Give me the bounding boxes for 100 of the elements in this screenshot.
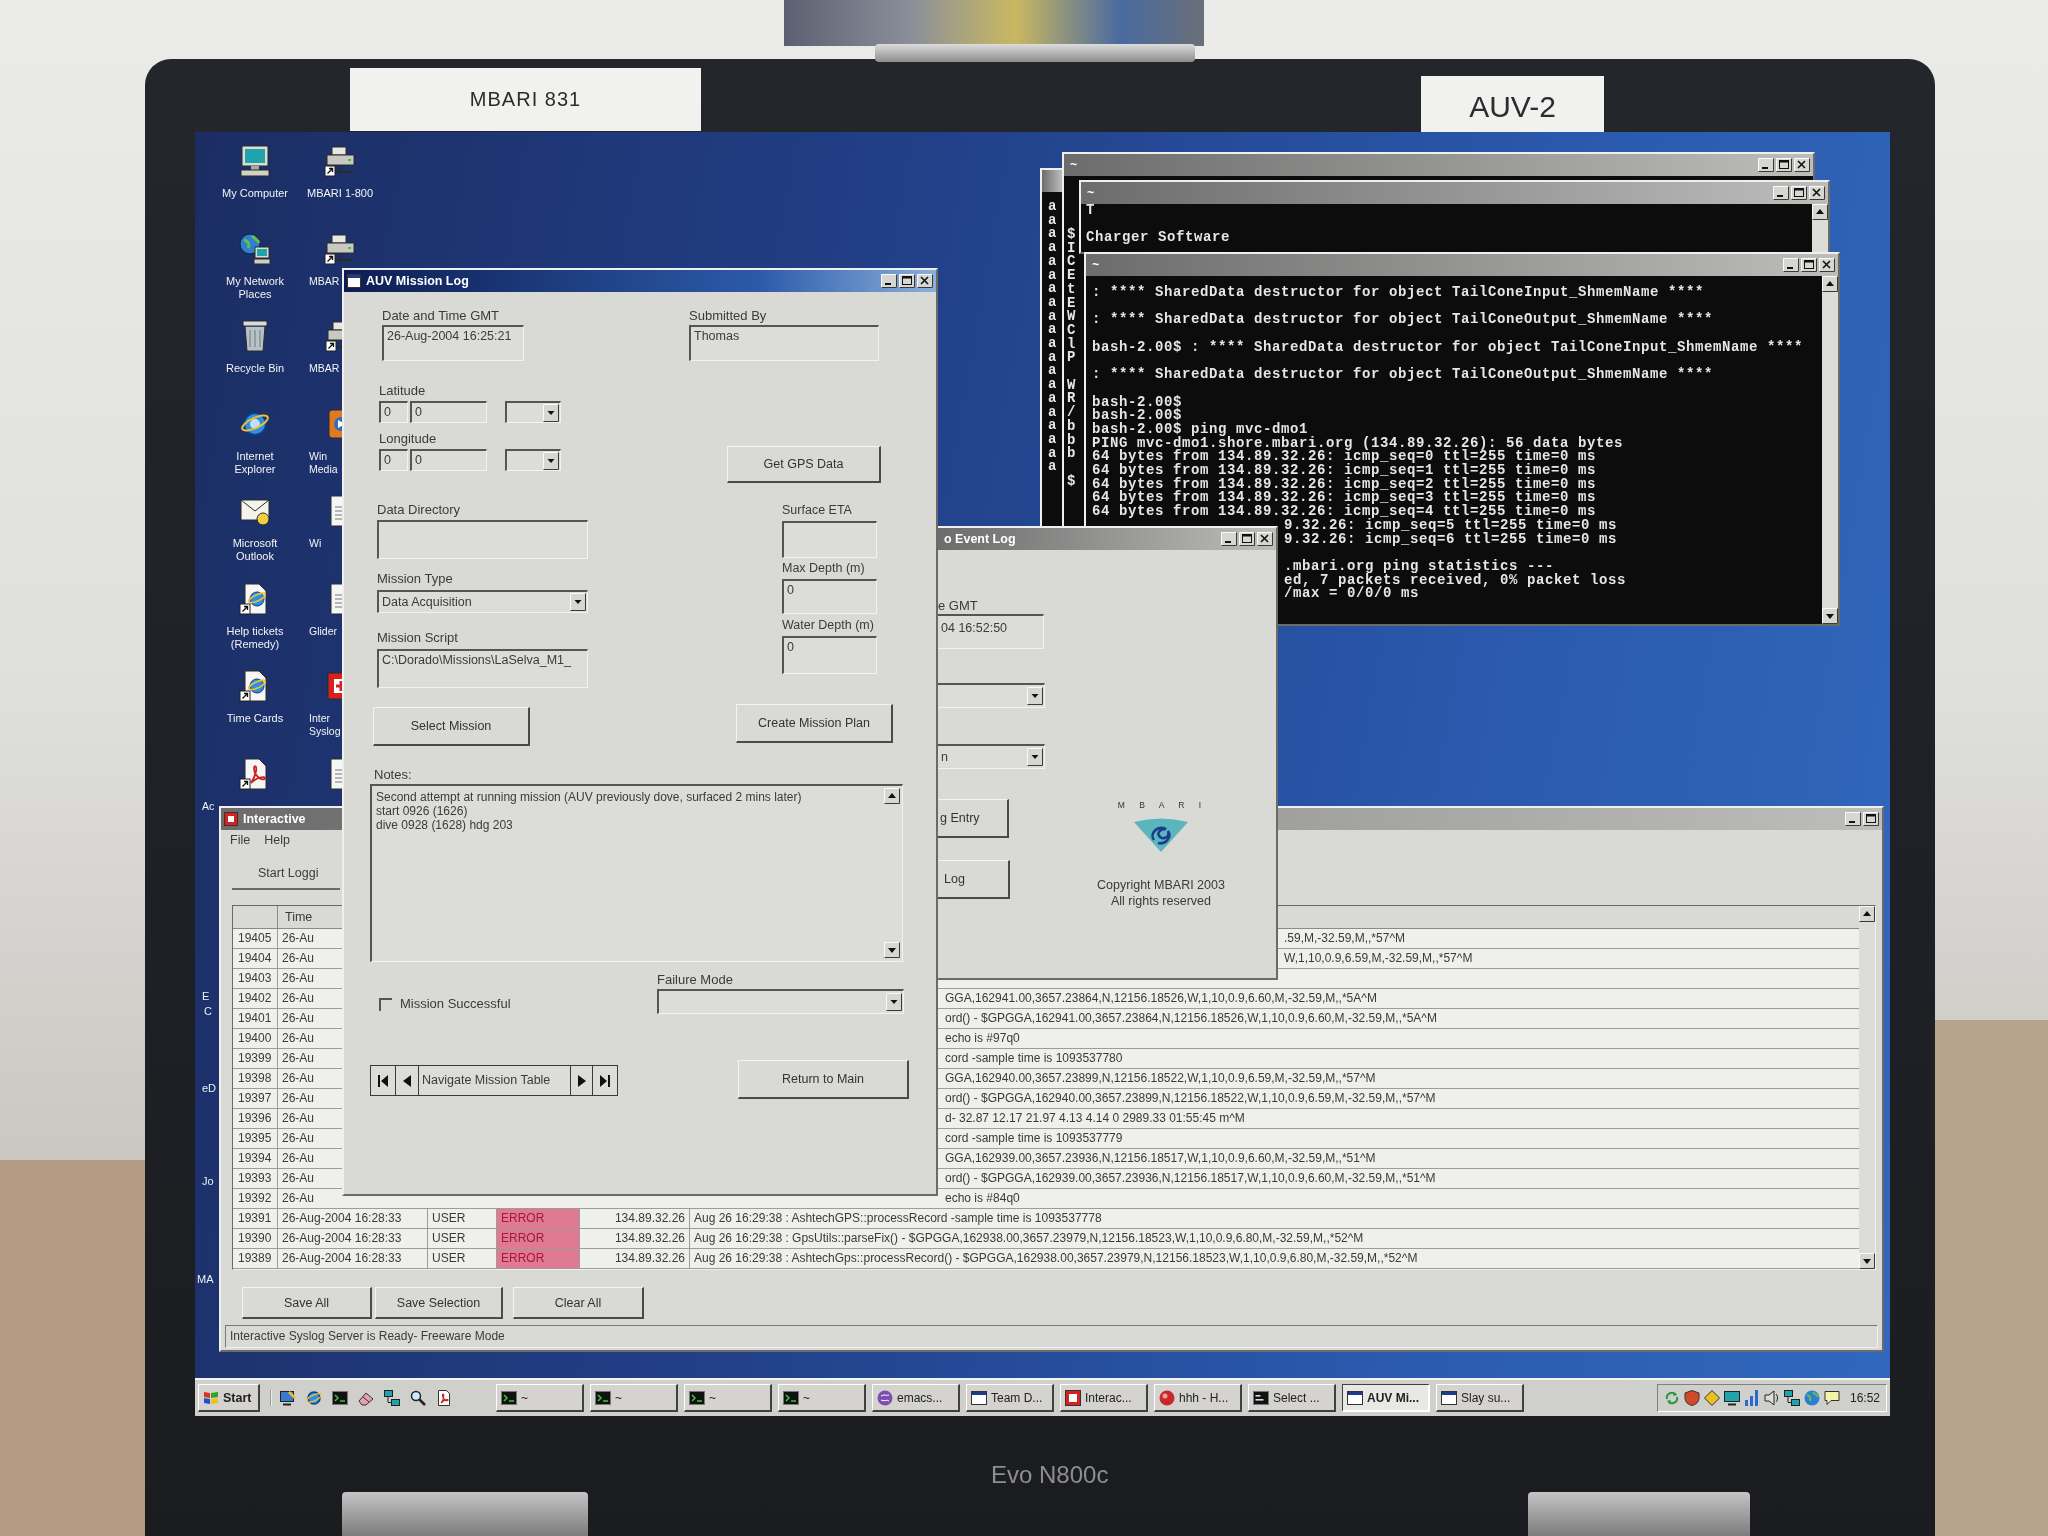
taskbar-button[interactable]: emacs...: [872, 1384, 960, 1412]
scroll-up-icon[interactable]: [884, 788, 900, 804]
maximize-icon[interactable]: [1776, 158, 1792, 172]
menu-item[interactable]: File: [230, 833, 251, 847]
monitor-pencil-icon[interactable]: [280, 1390, 296, 1406]
trash-bin-icon[interactable]: [239, 320, 271, 352]
surface-eta-field[interactable]: [782, 521, 877, 558]
icon-label[interactable]: MBAR: [309, 274, 340, 288]
toolbar-button[interactable]: Start Loggi: [232, 858, 340, 890]
scroll-down-icon[interactable]: [884, 942, 900, 958]
dropdown[interactable]: [938, 683, 1045, 708]
mission-script-field[interactable]: C:\Dorado\Missions\LaSelva_M1_: [377, 649, 588, 688]
network-icon[interactable]: [384, 1390, 400, 1406]
maximize-icon[interactable]: [1863, 812, 1879, 826]
scroll-up-icon[interactable]: [1812, 204, 1828, 220]
terminal-icon[interactable]: [332, 1390, 348, 1406]
minimize-icon[interactable]: [1845, 812, 1861, 826]
latitude-field[interactable]: 0: [379, 401, 408, 423]
dialog-button[interactable]: Save Selection: [375, 1287, 503, 1319]
minimize-icon[interactable]: [1758, 158, 1774, 172]
taskbar-button[interactable]: ~: [590, 1384, 678, 1412]
submitted-by-field[interactable]: Thomas: [689, 325, 879, 361]
maximize-icon[interactable]: [1801, 258, 1817, 272]
scroll-up-icon[interactable]: [1859, 906, 1875, 922]
icon-label[interactable]: MBAR: [309, 362, 340, 375]
eraser-icon[interactable]: [358, 1390, 374, 1406]
minimize-icon[interactable]: [881, 274, 897, 288]
date-time-field[interactable]: 26-Aug-2004 16:25:21: [382, 325, 524, 361]
select-mission-button[interactable]: Select Mission: [373, 707, 530, 746]
dialog-button[interactable]: Clear All: [513, 1287, 644, 1319]
dialog-button[interactable]: g Entry: [938, 799, 1009, 838]
icon-label[interactable]: My Computer: [222, 187, 288, 200]
icon-label[interactable]: Microsoft Outlook: [215, 537, 295, 563]
close-icon[interactable]: [1819, 258, 1835, 272]
network-icon[interactable]: [1783, 1390, 1800, 1406]
network-drive-icon[interactable]: [325, 320, 342, 352]
scrollbar[interactable]: [1812, 204, 1828, 252]
return-button[interactable]: Return to Main: [738, 1060, 909, 1099]
maximize-icon[interactable]: [1239, 532, 1255, 546]
network-drive-icon[interactable]: [324, 145, 356, 177]
chat-icon[interactable]: [1823, 1390, 1840, 1406]
browser-icon[interactable]: [306, 1390, 322, 1406]
pdf-document-icon[interactable]: [436, 1390, 452, 1406]
icon-label[interactable]: Recycle Bin: [225, 362, 285, 375]
icon-label[interactable]: Win Media: [309, 449, 341, 476]
minimize-icon[interactable]: [1221, 532, 1237, 546]
taskbar-button[interactable]: Interac...: [1060, 1384, 1148, 1412]
taskbar-button[interactable]: ~: [496, 1384, 584, 1412]
water-depth-field[interactable]: 0: [782, 636, 877, 674]
taskbar-button[interactable]: Slay su...: [1436, 1384, 1524, 1412]
icon-label[interactable]: MBARI 1-800: [307, 187, 373, 200]
get-gps-button[interactable]: Get GPS Data: [727, 446, 881, 483]
scrollbar[interactable]: [1859, 906, 1875, 1269]
hemisphere-dropdown[interactable]: [505, 449, 561, 471]
close-icon[interactable]: [1257, 532, 1273, 546]
taskbar-button[interactable]: AUV Mi...: [1342, 1384, 1430, 1412]
icon-label[interactable]: Inter Syslog: [309, 712, 341, 738]
network-globe-icon[interactable]: [239, 232, 271, 265]
taskbar-button[interactable]: Select ...: [1248, 1384, 1336, 1412]
scroll-down-icon[interactable]: [1822, 608, 1838, 624]
icon-label[interactable]: Internet Explorer: [215, 449, 295, 476]
close-icon[interactable]: [917, 274, 933, 288]
mission-type-dropdown[interactable]: Data Acquisition: [377, 590, 588, 613]
taskbar-button[interactable]: ~: [684, 1384, 772, 1412]
column-header[interactable]: Time: [278, 906, 342, 928]
failure-mode-dropdown[interactable]: [657, 989, 904, 1014]
minimize-icon[interactable]: [1783, 258, 1799, 272]
longitude-field[interactable]: 0: [410, 449, 487, 471]
max-depth-field[interactable]: 0: [782, 579, 877, 614]
shield-icon[interactable]: [1683, 1390, 1700, 1406]
checkbox[interactable]: [379, 997, 392, 1011]
menu-item[interactable]: Help: [264, 833, 290, 847]
scroll-down-icon[interactable]: [1859, 1253, 1875, 1269]
scrollbar[interactable]: [1822, 276, 1838, 624]
longitude-field[interactable]: 0: [379, 449, 408, 471]
maximize-icon[interactable]: [899, 274, 915, 288]
dropdown[interactable]: n: [938, 744, 1045, 769]
hemisphere-dropdown[interactable]: [505, 401, 561, 423]
data-directory-field[interactable]: [377, 520, 588, 559]
monitor-icon[interactable]: [1723, 1390, 1740, 1406]
speaker-icon[interactable]: [1763, 1390, 1780, 1406]
close-icon[interactable]: [1794, 158, 1810, 172]
scroll-up-icon[interactable]: [1822, 276, 1838, 292]
close-icon[interactable]: [1809, 186, 1825, 200]
maximize-icon[interactable]: [1791, 186, 1807, 200]
next-record-button[interactable]: [570, 1066, 593, 1095]
latitude-field[interactable]: 0: [410, 401, 487, 423]
notes-field[interactable]: Second attempt at running mission (AUV previously dove, surfaced 2 mins later) start 0926 (1626) dive 0928 (1628) hdg 203: [370, 784, 903, 962]
date-time-field[interactable]: 04 16:52:50: [938, 614, 1044, 649]
taskbar-button[interactable]: ~: [778, 1384, 866, 1412]
computer-icon[interactable]: [239, 145, 271, 177]
icon-label[interactable]: Glider: [309, 624, 337, 638]
icon-label[interactable]: Wi: [309, 537, 322, 550]
icon-label[interactable]: Ac: [202, 799, 215, 813]
icon-label[interactable]: My Network Places: [215, 274, 295, 301]
icon-label[interactable]: Time Cards: [226, 712, 284, 725]
syslog-app-icon[interactable]: [325, 670, 342, 702]
network-drive-icon[interactable]: [324, 232, 356, 265]
taskbar-button[interactable]: hhh - H...: [1154, 1384, 1242, 1412]
search-icon[interactable]: [410, 1390, 426, 1406]
